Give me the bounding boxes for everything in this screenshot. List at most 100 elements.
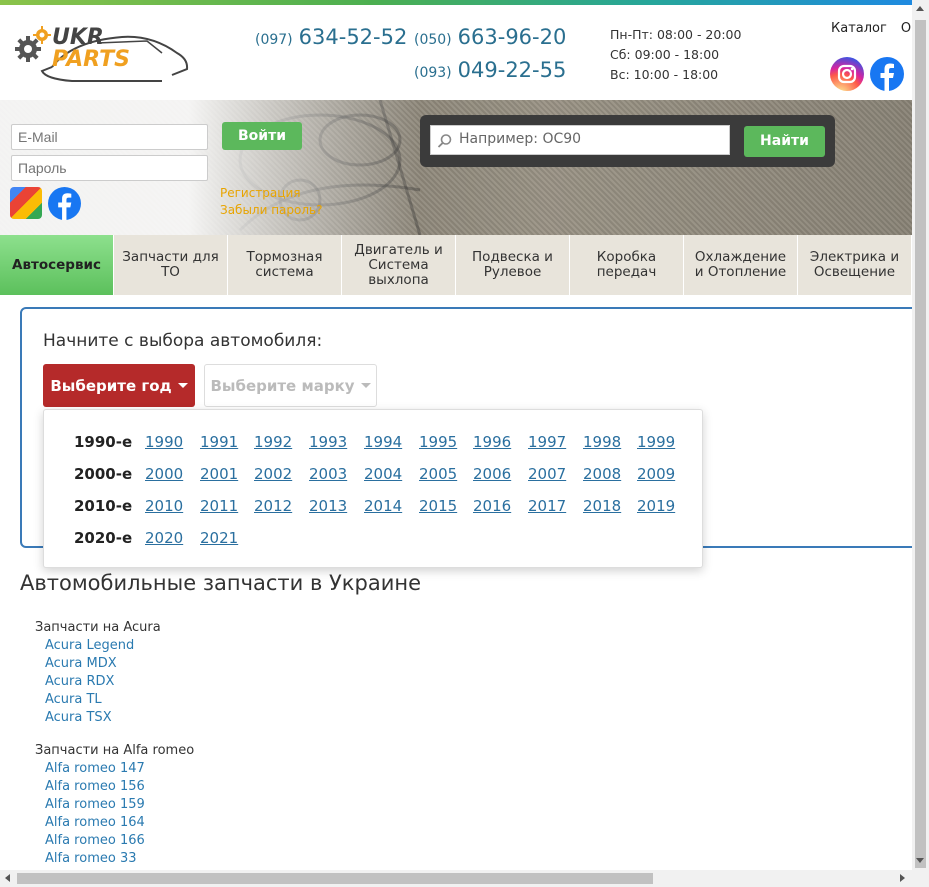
phone-3[interactable]: (093) 049-22-55 bbox=[414, 58, 566, 82]
model-link[interactable]: Acura MDX bbox=[35, 655, 161, 673]
search-button[interactable]: Найти bbox=[744, 126, 825, 157]
vertical-scrollbar[interactable] bbox=[912, 0, 929, 887]
year-link[interactable]: 2001 bbox=[200, 465, 238, 483]
category-nav: Автосервис Запчасти для ТО Тормозная сис… bbox=[0, 235, 912, 295]
model-link[interactable]: Acura TL bbox=[35, 691, 161, 709]
year-link[interactable]: 2021 bbox=[200, 529, 238, 547]
tab-suspension-steering[interactable]: Подвеска и Рулевое bbox=[456, 235, 570, 295]
password-field[interactable] bbox=[11, 155, 208, 181]
tab-engine-exhaust[interactable]: Двигатель и Система выхлопа bbox=[342, 235, 456, 295]
year-link[interactable]: 2019 bbox=[637, 497, 675, 515]
year-link[interactable]: 2005 bbox=[419, 465, 457, 483]
facebook-icon[interactable] bbox=[870, 57, 904, 91]
scroll-down-icon[interactable] bbox=[916, 858, 924, 863]
model-link[interactable]: Alfa romeo 33 bbox=[35, 850, 194, 868]
select-make-button[interactable]: Выберите марку bbox=[204, 364, 377, 407]
phone-3-code: (093) bbox=[414, 65, 452, 81]
search-input[interactable]: Например: OC90 bbox=[430, 125, 730, 155]
phone-1-code: (097) bbox=[255, 32, 293, 48]
horizontal-scroll-thumb[interactable] bbox=[17, 873, 653, 884]
search-icon bbox=[437, 134, 452, 148]
phone-2-code: (050) bbox=[414, 32, 452, 48]
login-button[interactable]: Войти bbox=[222, 122, 302, 150]
year-link[interactable]: 2013 bbox=[309, 497, 347, 515]
year-link[interactable]: 1991 bbox=[200, 433, 238, 451]
tab-maintenance-parts[interactable]: Запчасти для ТО bbox=[114, 235, 228, 295]
tab-cooling-heating[interactable]: Охлаждение и Отопление bbox=[684, 235, 798, 295]
model-link[interactable]: Alfa romeo 166 bbox=[35, 832, 194, 850]
year-link[interactable]: 2009 bbox=[637, 465, 675, 483]
model-link[interactable]: Acura Legend bbox=[35, 637, 161, 655]
hours-saturday: Сб: 09:00 - 18:00 bbox=[610, 47, 720, 62]
model-link[interactable]: Alfa romeo 159 bbox=[35, 796, 194, 814]
forgot-password-link[interactable]: Забыли пароль? bbox=[220, 202, 322, 219]
chevron-down-icon bbox=[360, 383, 371, 388]
year-link[interactable]: 1997 bbox=[528, 433, 566, 451]
year-link[interactable]: 2006 bbox=[473, 465, 511, 483]
year-link[interactable]: 1995 bbox=[419, 433, 457, 451]
brand-group-label: Запчасти на Alfa romeo bbox=[35, 743, 195, 758]
year-link[interactable]: 2008 bbox=[583, 465, 621, 483]
year-link[interactable]: 2014 bbox=[364, 497, 402, 515]
tab-transmission[interactable]: Коробка передач bbox=[570, 235, 684, 295]
select-year-button[interactable]: Выберите год bbox=[43, 364, 195, 407]
tab-autoservice[interactable]: Автосервис bbox=[0, 235, 114, 295]
year-link[interactable]: 1999 bbox=[637, 433, 675, 451]
register-link[interactable]: Регистрация bbox=[220, 185, 322, 202]
year-link[interactable]: 2012 bbox=[254, 497, 292, 515]
hours-weekdays: Пн-Пт: 08:00 - 20:00 bbox=[610, 27, 742, 42]
year-link[interactable]: 2018 bbox=[583, 497, 621, 515]
model-link[interactable]: Alfa romeo 156 bbox=[35, 778, 194, 796]
facebook-login-icon[interactable] bbox=[48, 187, 81, 220]
tab-brake-system[interactable]: Тормозная система bbox=[228, 235, 342, 295]
year-link[interactable]: 2011 bbox=[200, 497, 238, 515]
decade-label: 2010-е bbox=[74, 497, 133, 515]
phone-1-number: 634-52-52 bbox=[298, 25, 408, 49]
brand-list-alfa-romeo: Запчасти на Alfa romeo Alfa romeo 147 Al… bbox=[35, 742, 194, 868]
year-link[interactable]: 1998 bbox=[583, 433, 621, 451]
model-link[interactable]: Acura RDX bbox=[35, 673, 161, 691]
hours-sunday: Вс: 10:00 - 18:00 bbox=[610, 67, 719, 82]
scroll-up-icon[interactable] bbox=[916, 6, 924, 11]
vertical-scroll-thumb[interactable] bbox=[915, 20, 926, 868]
logo-text-bottom: PARTS bbox=[52, 47, 130, 72]
phone-2-number: 663-96-20 bbox=[457, 25, 567, 49]
instagram-icon[interactable] bbox=[830, 57, 864, 91]
year-link[interactable]: 2015 bbox=[419, 497, 457, 515]
catalog-title: Автомобильные запчасти в Украине bbox=[20, 571, 421, 595]
year-link[interactable]: 2003 bbox=[309, 465, 347, 483]
select-make-label: Выберите марку bbox=[210, 376, 355, 395]
site-logo[interactable]: UKR PARTS bbox=[12, 23, 192, 89]
year-link[interactable]: 2004 bbox=[364, 465, 402, 483]
year-link[interactable]: 2000 bbox=[145, 465, 183, 483]
top-link-catalog[interactable]: Каталог bbox=[831, 21, 887, 36]
model-link[interactable]: Alfa romeo 147 bbox=[35, 760, 194, 778]
site-header: UKR PARTS (097) 634-52-52 (050) 663-96-20 … bbox=[0, 5, 920, 100]
year-link[interactable]: 2002 bbox=[254, 465, 292, 483]
tab-electrics-lighting[interactable]: Электрика и Освещение bbox=[798, 235, 912, 295]
year-link[interactable]: 2020 bbox=[145, 529, 183, 547]
horizontal-scrollbar[interactable] bbox=[0, 870, 912, 887]
year-link[interactable]: 2016 bbox=[473, 497, 511, 515]
year-link[interactable]: 2017 bbox=[528, 497, 566, 515]
email-field[interactable] bbox=[11, 124, 208, 150]
scroll-left-icon[interactable] bbox=[5, 874, 10, 882]
year-link[interactable]: 1990 bbox=[145, 433, 183, 451]
phone-1[interactable]: (097) 634-52-52 bbox=[255, 25, 407, 49]
year-link[interactable]: 1994 bbox=[364, 433, 402, 451]
year-link[interactable]: 2010 bbox=[145, 497, 183, 515]
year-link[interactable]: 1996 bbox=[473, 433, 511, 451]
phone-3-number: 049-22-55 bbox=[457, 58, 567, 82]
opening-hours: Пн-Пт: 08:00 - 20:00 Сб: 09:00 - 18:00 В… bbox=[610, 25, 741, 85]
decade-label: 1990-е bbox=[74, 433, 133, 451]
scroll-right-icon[interactable] bbox=[900, 874, 905, 882]
phone-2[interactable]: (050) 663-96-20 bbox=[414, 25, 566, 49]
model-link[interactable]: Alfa romeo 164 bbox=[35, 814, 194, 832]
year-link[interactable]: 2007 bbox=[528, 465, 566, 483]
model-link[interactable]: Acura TSX bbox=[35, 709, 161, 727]
search-placeholder: Например: OC90 bbox=[459, 131, 582, 147]
year-link[interactable]: 1993 bbox=[309, 433, 347, 451]
account-links: Регистрация Забыли пароль? bbox=[220, 185, 322, 219]
google-login-icon[interactable] bbox=[10, 187, 42, 219]
year-link[interactable]: 1992 bbox=[254, 433, 292, 451]
